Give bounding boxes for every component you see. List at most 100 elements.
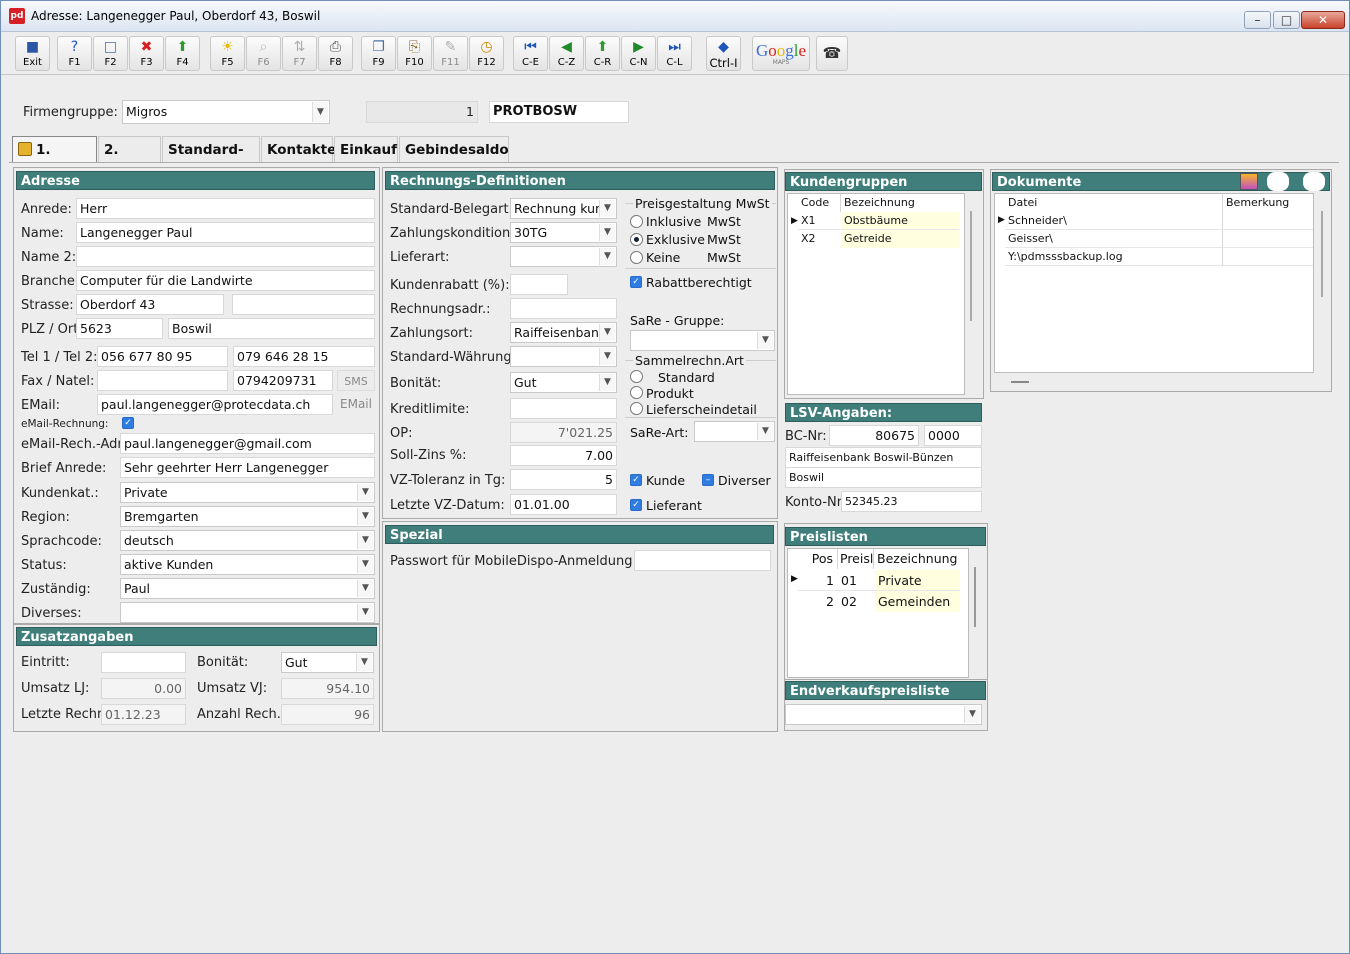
close-button[interactable]: ✕	[1301, 11, 1345, 29]
tab-standard-ls[interactable]: Standard-LS	[162, 136, 260, 184]
column-header-preisl[interactable]: Preisl	[838, 549, 874, 569]
dokumente-open-button[interactable]	[1303, 172, 1325, 191]
preislisten-scrollbar[interactable]	[974, 567, 976, 627]
natel-field[interactable]: 0794209731	[233, 370, 333, 391]
tel1-field[interactable]: 056 677 80 95	[97, 346, 228, 367]
dokumente-hscrollbar[interactable]	[1011, 381, 1029, 383]
produkt-radio[interactable]	[630, 386, 643, 399]
first-record-button[interactable]: ⏮ C-E	[513, 36, 548, 71]
status-select[interactable]: aktive Kunden ▼	[120, 554, 375, 575]
table-row-bemerkung[interactable]	[1223, 212, 1313, 230]
minimize-button[interactable]: –	[1244, 11, 1271, 29]
zahlungskondition-select[interactable]: 30TG ▼	[510, 222, 617, 243]
diverser-checkbox[interactable]: –	[702, 474, 714, 486]
f1-button[interactable]: ? F1	[57, 36, 92, 71]
f12-button[interactable]: ◷ F12	[469, 36, 504, 71]
fax-field[interactable]	[97, 370, 228, 391]
table-row-bemerkung[interactable]	[1223, 230, 1313, 248]
keine-radio[interactable]	[630, 251, 643, 264]
sms-button[interactable]: SMS	[337, 370, 375, 391]
f5-button[interactable]: ☀ F5	[210, 36, 245, 71]
tel2-field[interactable]: 079 646 28 15	[233, 346, 375, 367]
name2-field[interactable]	[76, 246, 375, 267]
f4-button[interactable]: ⬆ F4	[165, 36, 200, 71]
dokumente-vscrollbar[interactable]	[1321, 211, 1323, 297]
sare-gruppe-select[interactable]: ▼	[630, 330, 775, 351]
table-row-bezeichnung[interactable]: Getreide	[841, 230, 959, 248]
ctrl-i-button[interactable]: ◆ Ctrl-I	[706, 36, 741, 71]
table-row-bezeichnung[interactable]: Private	[875, 570, 960, 591]
strasse2-field[interactable]	[232, 294, 375, 315]
lsv-ort-field[interactable]: Boswil	[785, 467, 982, 488]
table-row-datei[interactable]: Schneider\	[1005, 212, 1223, 230]
color-picker-icon[interactable]	[1240, 173, 1258, 190]
inklusive-radio[interactable]	[630, 215, 643, 228]
table-row-datei[interactable]: Y:\pdmsssbackup.log	[1005, 248, 1223, 266]
table-row-pos[interactable]: 2	[798, 591, 838, 612]
column-header-datei[interactable]: Datei	[1005, 194, 1223, 212]
kundenrabatt-field[interactable]	[510, 274, 568, 295]
f2-button[interactable]: □ F2	[93, 36, 128, 71]
maximize-button[interactable]: □	[1273, 11, 1300, 29]
c-r-button[interactable]: ⬆ C-R	[585, 36, 620, 71]
exit-button[interactable]: ■ Exit	[15, 36, 50, 71]
passwort-field[interactable]	[634, 550, 771, 571]
lieferscheindetail-radio[interactable]	[630, 402, 643, 415]
ort-field[interactable]: Boswil	[168, 318, 375, 339]
firmengruppe-select[interactable]: Migros ▼	[122, 100, 330, 124]
table-row-pos[interactable]: 1	[798, 570, 838, 591]
belegart-select[interactable]: Rechnung kurz ▼	[510, 198, 617, 219]
kreditlimite-field[interactable]	[510, 398, 617, 419]
dokumente-add-button[interactable]	[1267, 172, 1289, 191]
kundengruppen-scrollbar[interactable]	[970, 211, 972, 321]
f7-button[interactable]: ⇅ F7	[282, 36, 317, 71]
f3-button[interactable]: ✖ F3	[129, 36, 164, 71]
letzte-vz-field[interactable]: 01.01.00	[510, 494, 617, 515]
sollzins-field[interactable]: 7.00	[510, 445, 617, 466]
f6-button[interactable]: ⌕ F6	[246, 36, 281, 71]
column-header-pos[interactable]: Pos	[798, 549, 838, 569]
strasse-field[interactable]: Oberdorf 43	[76, 294, 224, 315]
diverses-select[interactable]: ▼	[120, 602, 375, 623]
f8-button[interactable]: ⎙ F8	[318, 36, 353, 71]
zusatz-bonitaet-select[interactable]: Gut ▼	[281, 652, 374, 673]
table-row-bezeichnung[interactable]: Gemeinden	[875, 591, 960, 612]
email-rech-adr-field[interactable]: paul.langenegger@gmail.com	[120, 433, 375, 454]
email-rechnung-checkbox[interactable]: ✓	[122, 417, 134, 429]
zahlungsort-select[interactable]: Raiffeisenbank ▼	[510, 322, 617, 343]
anrede-field[interactable]: Herr	[76, 198, 375, 219]
vz-toleranz-field[interactable]: 5	[510, 469, 617, 490]
table-row-bezeichnung[interactable]: Obstbäume	[841, 212, 959, 230]
lieferant-checkbox[interactable]: ✓	[630, 499, 642, 511]
region-select[interactable]: Bremgarten ▼	[120, 506, 375, 527]
tab-einkauf[interactable]: Einkauf	[334, 136, 398, 162]
table-row-bemerkung[interactable]	[1223, 248, 1313, 266]
rechnungsadr-field[interactable]	[510, 298, 617, 319]
table-row-code[interactable]: X2	[798, 230, 841, 248]
f10-button[interactable]: ⎘ F10	[397, 36, 432, 71]
standard-radio[interactable]	[630, 370, 643, 383]
rechnung-bonitaet-select[interactable]: Gut ▼	[510, 372, 617, 393]
eintritt-field[interactable]	[101, 652, 186, 673]
email-field[interactable]: paul.langenegger@protecdata.ch	[97, 394, 333, 415]
exklusive-radio[interactable]	[630, 233, 643, 246]
google-maps-button[interactable]: Google MAPS	[752, 36, 810, 71]
column-header-bezeichnung[interactable]: Bezeichnung	[841, 194, 959, 212]
plz-field[interactable]: 5623	[76, 318, 163, 339]
column-header-bemerkung[interactable]: Bemerkung	[1223, 194, 1313, 212]
table-row-datei[interactable]: Geisser\	[1005, 230, 1223, 248]
phone-button[interactable]: ☎	[816, 36, 848, 71]
table-row-preisl[interactable]: 02	[838, 591, 875, 612]
title-bar[interactable]: pd Adresse: Langenegger Paul, Oberdorf 4…	[1, 1, 1349, 32]
kundenkat-select[interactable]: Private ▼	[120, 482, 375, 503]
last-record-button[interactable]: ⏭ C-L	[657, 36, 692, 71]
tab-kontakte[interactable]: Kontakte	[261, 136, 336, 162]
tab-1-seite[interactable]: 1. Seite	[12, 136, 97, 184]
waehrung-select[interactable]: ▼	[510, 346, 617, 367]
konto-field[interactable]: 52345.23	[841, 491, 982, 512]
endverkauf-select[interactable]: ▼	[785, 704, 982, 725]
brief-anrede-field[interactable]: Sehr geehrter Herr Langenegger	[120, 457, 375, 478]
next-record-button[interactable]: ▶ C-N	[621, 36, 656, 71]
kunde-checkbox[interactable]: ✓	[630, 474, 642, 486]
sprachcode-select[interactable]: deutsch ▼	[120, 530, 375, 551]
